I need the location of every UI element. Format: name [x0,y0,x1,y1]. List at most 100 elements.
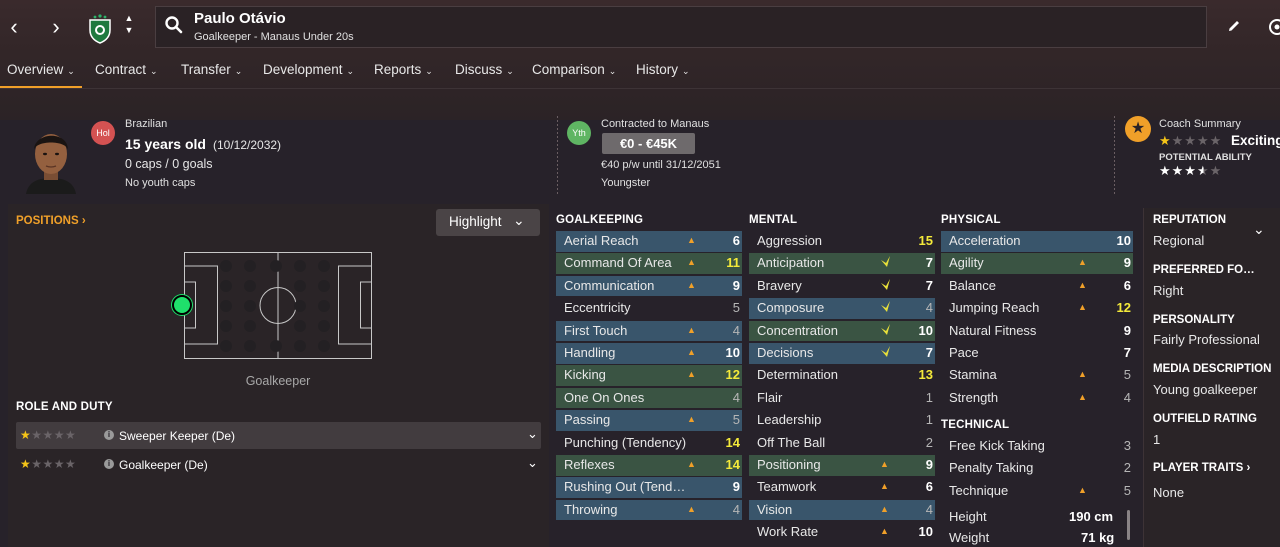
attribute-row[interactable]: Penalty Taking 2 [941,458,1133,479]
reputation-value: Regional [1153,233,1205,248]
attribute-name: Strength [949,389,999,405]
weight-label: Weight [949,530,990,545]
attribute-value: 6 [1123,277,1131,293]
attribute-row[interactable]: Communication ▲ 9 [556,275,742,297]
attribute-row[interactable]: Anticipation 7 [749,253,935,274]
attribute-row[interactable]: Natural Fitness 9 [941,321,1133,342]
tab-overview[interactable]: Overview ⌄ [7,62,75,77]
attribute-row[interactable]: Eccentricity 5 [556,298,742,319]
attribute-row[interactable]: Acceleration 10 [941,231,1133,252]
tab-contract-label: Contract [95,62,147,77]
attribute-row[interactable]: Vision ▲ 4 [749,499,935,521]
arrow-up-icon: ▲ [687,414,696,425]
attribute-name: Free Kick Taking [949,438,1045,453]
attribute-row[interactable]: Leadership 1 [749,410,935,431]
attribute-name: Composure [757,300,825,316]
height-label: Height [949,509,987,524]
physical-attributes: Acceleration 10 Agility ▲ 9 Balance ▲ 6 Jumping … [941,231,1133,407]
attribute-row[interactable]: Punching (Tendency) 14 [556,433,742,454]
attribute-row[interactable]: One On Ones 4 [556,387,742,409]
attribute-row[interactable]: Throwing ▲ 4 [556,499,742,521]
info-icon[interactable]: i [104,459,114,469]
attribute-value: 14 [725,457,740,472]
positions-header[interactable]: POSITIONS › [16,215,86,227]
goalkeeping-title: GOALKEEPING [556,214,644,226]
attribute-row[interactable]: Work Rate ▲ 10 [749,522,935,543]
attribute-value: 7 [1123,345,1131,360]
attribute-row[interactable]: First Touch ▲ 4 [556,320,742,342]
attribute-row[interactable]: Free Kick Taking 3 [941,436,1133,457]
attribute-row[interactable]: Stamina ▲ 5 [941,365,1133,386]
attribute-row[interactable]: Aggression 15 [749,231,935,252]
attribute-value: 15 [918,233,933,248]
attribute-value: 7 [925,277,933,293]
attribute-row[interactable]: Reflexes ▲ 14 [556,455,742,476]
player-actions-icon[interactable] [1268,18,1280,36]
wage-label: €40 p/w until 31/12/2051 [601,159,721,171]
attribute-row[interactable]: Balance ▲ 6 [941,276,1133,297]
attribute-row[interactable]: Handling ▲ 10 [556,343,742,364]
attribute-row[interactable]: Command Of Area ▲ 11 [556,253,742,274]
role-row[interactable] [16,422,541,449]
youth-caps-label: No youth caps [125,177,196,189]
attribute-row[interactable]: Decisions 7 [749,343,935,364]
attribute-name: Aggression [757,233,823,248]
attribute-name: Command Of Area [564,255,672,271]
attribute-row[interactable]: Passing ▲ 5 [556,410,742,431]
attribute-row[interactable]: Rushing Out (Tend… 9 [556,477,742,498]
attribute-row[interactable]: Composure 4 [749,298,935,319]
value-range-badge[interactable]: €0 - €45K [602,133,695,154]
tab-development[interactable]: Development ⌄ [263,62,354,77]
tab-comparison[interactable]: Comparison ⌄ [532,62,616,77]
attribute-value: 14 [725,434,740,450]
chevron-down-icon[interactable]: ⌄ [527,426,538,442]
attribute-value: 12 [1116,300,1131,316]
attribute-row[interactable]: Concentration 10 [749,320,935,342]
attribute-row[interactable]: Aerial Reach ▲ 6 [556,231,742,252]
search-icon[interactable] [164,15,184,35]
attribute-row[interactable]: Agility ▲ 9 [941,253,1133,274]
role-stars: ★★★★★ [20,457,76,471]
tab-discuss[interactable]: Discuss ⌄ [455,62,514,77]
tab-contract[interactable]: Contract ⌄ [95,62,158,77]
attribute-row[interactable]: Kicking ▲ 12 [556,365,742,386]
tab-transfer[interactable]: Transfer ⌄ [181,62,242,77]
forward-arrow-icon[interactable]: › [44,16,68,38]
chevron-down-icon: ⌄ [234,66,243,76]
physical-title: PHYSICAL [941,214,1001,226]
potential-ability-label: POTENTIAL ABILITY [1159,152,1252,163]
attribute-row[interactable]: Flair 1 [749,388,935,409]
attribute-row[interactable]: Pace 7 [941,343,1133,364]
scrollbar[interactable] [1127,510,1130,540]
attribute-row[interactable]: Teamwork ▲ 6 [749,477,935,498]
nationality-label: Brazilian [125,118,168,130]
chevron-down-icon[interactable]: ⌄ [1253,221,1265,238]
attribute-value: 7 [925,345,933,360]
attribute-row[interactable]: Strength ▲ 4 [941,388,1133,409]
attribute-row[interactable]: Bravery 7 [749,276,935,297]
tab-history[interactable]: History ⌄ [636,62,690,77]
tab-reports[interactable]: Reports ⌄ [374,62,433,77]
attribute-row[interactable]: Positioning ▲ 9 [749,455,935,476]
attribute-row[interactable]: Jumping Reach ▲ 12 [941,298,1133,319]
attribute-row[interactable]: Determination 13 [749,365,935,386]
personality-badge: Hol [91,121,115,145]
attribute-row[interactable]: Technique ▲ 5 [941,481,1133,502]
info-icon[interactable]: i [104,430,114,440]
technical-attributes: Free Kick Taking 3 Penalty Taking 2 Techniqu… [941,436,1133,502]
goalkeeper-position-marker[interactable] [172,295,192,315]
arrow-up-icon: ▲ [1078,257,1087,268]
attribute-value: 5 [1123,367,1131,383]
back-arrow-icon[interactable]: ‹ [2,16,26,38]
attribute-name: Communication [564,277,655,293]
club-crest-icon[interactable] [87,12,113,44]
key-attribute-icon [880,322,891,339]
tab-comparison-label: Comparison [532,62,605,77]
edit-pencil-icon[interactable] [1226,18,1242,34]
player-traits-header[interactable]: PLAYER TRAITS › [1153,462,1250,474]
club-switch-arrows-icon[interactable]: ▲ ▼ [122,12,136,36]
attribute-row[interactable]: Off The Ball 2 [749,433,935,454]
attribute-name: Aerial Reach [564,233,639,248]
attribute-name: One On Ones [564,389,645,405]
chevron-down-icon[interactable]: ⌄ [527,455,538,471]
